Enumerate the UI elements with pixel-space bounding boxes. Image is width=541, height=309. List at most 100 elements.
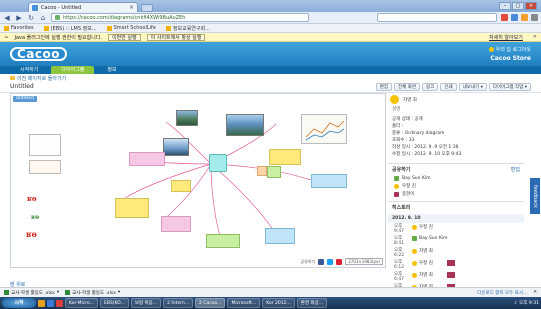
history-row: 오후 6:12 우정 김	[388, 259, 524, 271]
taskbar-item[interactable]: Kor 2012...	[262, 298, 295, 308]
clock[interactable]: 오후 9:31	[519, 300, 539, 306]
addon-icon[interactable]	[501, 14, 508, 21]
central-topic-node[interactable]	[209, 154, 227, 172]
ie-icon[interactable]	[47, 299, 54, 307]
diagram-actions-button[interactable]: 다이어그램 작업	[488, 82, 531, 91]
back-icon[interactable]: ◀	[3, 14, 11, 22]
sticky-note[interactable]	[265, 228, 295, 244]
forward-icon[interactable]: ▶	[15, 14, 23, 22]
feedback-tab[interactable]: feedback	[530, 178, 540, 214]
taskbar-item[interactable]: Kor-Micro...	[65, 298, 98, 308]
sketch-image	[29, 134, 61, 156]
mini-chart-graphic	[305, 120, 345, 141]
sticky-note[interactable]	[257, 166, 267, 176]
bookmark-item[interactable]: Favorites	[4, 25, 34, 31]
collaborator[interactable]: 우정 김	[388, 182, 524, 190]
diagram-canvas[interactable]: Untitled ʁɵ ʁɵ ʁɵ 공유하기 2703×1983(px)	[10, 93, 386, 268]
show-all-downloads-link[interactable]: 다운로드 항목 모두 표시...	[477, 290, 527, 296]
collaborator[interactable]: 종현이	[388, 190, 524, 198]
close-icon[interactable]: ✕	[533, 290, 537, 295]
photo-thumbnail	[176, 110, 198, 126]
taskbar-item[interactable]: Microsoft...	[227, 298, 261, 308]
download-item[interactable]: 교사-학생 활동도 .xlsx ▾	[4, 290, 59, 296]
close-icon[interactable]: ✕	[533, 34, 537, 40]
sketch-image	[29, 160, 61, 174]
edit-collaborators-link[interactable]: 편집	[511, 166, 520, 173]
maximize-icon[interactable]: □	[512, 2, 524, 10]
history-heading: 히스토리	[388, 201, 524, 213]
print-button[interactable]: 인쇄	[440, 82, 457, 91]
mail-icon[interactable]	[511, 14, 518, 21]
handwritten-label: ʁɵ	[27, 194, 37, 203]
browser-search-input[interactable]	[377, 13, 497, 22]
thumbnail-icon	[446, 272, 455, 278]
explorer-icon[interactable]	[38, 299, 45, 307]
close-window-icon[interactable]: ×	[525, 2, 537, 10]
folder-icon	[10, 76, 15, 80]
link-button[interactable]: 링크	[422, 82, 439, 91]
avatar-icon	[394, 176, 399, 181]
refresh-icon[interactable]: ↻	[27, 14, 35, 22]
facebook-icon[interactable]	[318, 258, 325, 265]
bookmark-item[interactable]: 정보교육연구회...	[165, 25, 210, 32]
collaborator[interactable]: Bay Sun Kim	[388, 175, 524, 182]
export-button[interactable]: 내보내기	[458, 82, 487, 91]
user-menu[interactable]: 우리 집 로그아웃	[488, 46, 531, 53]
taskbar-item[interactable]: 보람 복음...	[130, 298, 162, 308]
browser-tab[interactable]: Cacoo - Untitled ×	[28, 2, 138, 12]
star-icon[interactable]	[521, 14, 528, 21]
volume-icon[interactable]: ♪	[514, 301, 517, 306]
avatar-icon	[394, 191, 399, 197]
address-bar[interactable]: https://cacoo.com/diagrams/cnkfi4XWi9BuA…	[51, 13, 309, 22]
run-once-button[interactable]: 이번만 실행	[108, 33, 141, 41]
canvas-footer: 공유하기 2703×1983(px)	[301, 258, 383, 265]
handwritten-label: ʁɵ	[26, 229, 37, 239]
settings-icon[interactable]	[531, 14, 538, 21]
share-label: 공유하기	[300, 258, 316, 264]
taskbar-item[interactable]: 2 Cacoo...	[195, 298, 226, 308]
avatar-icon	[412, 236, 417, 241]
java-message: Java 플러그인에 실행 권한이 필요합니다.	[14, 34, 102, 41]
fullscreen-button[interactable]: 전체 화면	[394, 82, 421, 91]
chevron-down-icon[interactable]: ▾	[118, 290, 120, 295]
taskbar-item[interactable]: 환경 화상...	[296, 298, 328, 308]
minimize-icon[interactable]: –	[499, 2, 511, 10]
share-icon[interactable]	[336, 258, 343, 265]
cacoo-logo[interactable]: Cacoo	[10, 47, 68, 61]
sticky-note[interactable]	[311, 174, 347, 188]
nav-tab-diagrams[interactable]: 다이어그램	[51, 66, 95, 74]
always-run-button[interactable]: 이 사이트에서 항상 실행	[146, 33, 206, 41]
diagram-meta: 공개 상태 : 공개 폴더 : 종류 : Ordinary diagram 조회…	[392, 117, 462, 157]
nav-tab-info[interactable]: 정보	[97, 66, 126, 74]
sticky-note[interactable]	[115, 198, 149, 218]
browser-tabstrip: Cacoo - Untitled × – □ ×	[0, 0, 541, 12]
edit-button[interactable]: 편집	[375, 82, 393, 91]
nav-tab-start[interactable]: 시작하기	[10, 66, 48, 74]
avatar-icon	[488, 47, 494, 52]
sticky-note[interactable]	[171, 180, 191, 192]
new-tab-button[interactable]	[141, 3, 153, 12]
avatar-icon	[390, 95, 399, 104]
start-button[interactable]: 시작	[2, 298, 36, 308]
taskbar-item[interactable]: EBS(KO...	[100, 298, 129, 308]
bookmark-item[interactable]: (EBS) :: LMS 정보...	[43, 25, 97, 32]
page-icon	[43, 25, 49, 31]
sticky-note[interactable]	[269, 149, 301, 165]
bookmark-item[interactable]: Smart SchoolLife	[106, 25, 156, 31]
chevron-down-icon[interactable]: ▾	[57, 290, 59, 295]
author[interactable]: 자영 최	[388, 93, 524, 106]
taskbar-item[interactable]: 2 Intern...	[163, 298, 194, 308]
chart-thumbnail	[301, 114, 347, 144]
cacoo-store-link[interactable]: Cacoo Store	[490, 55, 531, 62]
close-tab-icon[interactable]: ×	[129, 4, 134, 11]
java-icon: ☕	[4, 34, 9, 40]
media-icon[interactable]	[56, 299, 63, 307]
twitter-icon[interactable]	[327, 258, 334, 265]
sticky-note[interactable]	[267, 166, 281, 178]
home-icon[interactable]: ⌂	[39, 14, 47, 22]
sticky-note[interactable]	[161, 216, 191, 232]
learn-more-link[interactable]: 자세히 알아보기	[489, 34, 523, 41]
download-item[interactable]: 교사-학생 활동도 .xlsx ▾	[65, 290, 120, 296]
sticky-note[interactable]	[129, 152, 165, 166]
sticky-note[interactable]	[206, 234, 240, 248]
